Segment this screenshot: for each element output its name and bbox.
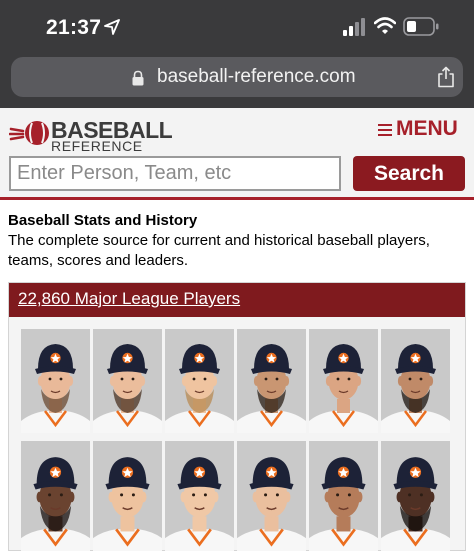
intro-section: Baseball Stats and History The complete … bbox=[8, 211, 470, 271]
player-headshot[interactable] bbox=[381, 441, 450, 551]
player-headshot[interactable] bbox=[237, 329, 306, 433]
players-count-link[interactable]: 22,860 Major League Players bbox=[18, 289, 240, 308]
player-headshot[interactable] bbox=[309, 329, 378, 433]
player-headshot[interactable] bbox=[165, 441, 234, 551]
logo-wordmark-reference: REFERENCE bbox=[51, 138, 143, 154]
player-photo bbox=[21, 441, 90, 551]
search-button[interactable]: Search bbox=[353, 156, 465, 191]
baseball-logo-icon bbox=[9, 121, 49, 145]
player-headshot[interactable] bbox=[309, 441, 378, 551]
lock-icon bbox=[132, 70, 144, 86]
url-text[interactable]: baseball-reference.com bbox=[157, 66, 356, 88]
player-photo bbox=[381, 329, 450, 433]
status-bar: 21:37 bbox=[0, 0, 474, 52]
player-photo bbox=[237, 441, 306, 551]
battery-icon bbox=[403, 17, 439, 36]
player-photo bbox=[309, 329, 378, 433]
location-arrow-icon bbox=[104, 19, 120, 35]
player-headshot[interactable] bbox=[237, 441, 306, 551]
menu-label: MENU bbox=[396, 117, 458, 140]
wifi-icon bbox=[374, 17, 396, 34]
site-logo[interactable]: BASEBALL REFERENCE bbox=[9, 115, 173, 154]
player-photo bbox=[165, 441, 234, 551]
menu-button[interactable]: MENU bbox=[378, 117, 458, 141]
player-photo bbox=[381, 441, 450, 551]
status-time: 21:37 bbox=[46, 16, 102, 39]
player-headshot[interactable] bbox=[21, 441, 90, 551]
player-headshot[interactable] bbox=[381, 329, 450, 433]
headshot-grid bbox=[21, 329, 453, 551]
address-bar[interactable]: baseball-reference.com bbox=[11, 57, 463, 97]
player-photo bbox=[237, 329, 306, 433]
intro-title: Baseball Stats and History bbox=[8, 212, 198, 229]
player-photo bbox=[93, 329, 162, 433]
player-headshot[interactable] bbox=[21, 329, 90, 433]
share-icon[interactable] bbox=[437, 66, 455, 88]
player-photo bbox=[165, 329, 234, 433]
browser-toolbar: baseball-reference.com bbox=[0, 52, 474, 108]
hamburger-icon bbox=[378, 124, 392, 137]
player-headshot[interactable] bbox=[93, 329, 162, 433]
players-module-header: 22,860 Major League Players bbox=[9, 283, 465, 317]
player-photo bbox=[93, 441, 162, 551]
site-header: BASEBALL REFERENCE MENU Search bbox=[0, 108, 474, 200]
player-headshot[interactable] bbox=[165, 329, 234, 433]
intro-text: The complete source for current and hist… bbox=[8, 232, 430, 269]
cellular-signal-icon bbox=[343, 18, 365, 36]
player-headshot[interactable] bbox=[93, 441, 162, 551]
search-input[interactable] bbox=[9, 156, 341, 191]
players-module: 22,860 Major League Players bbox=[8, 282, 466, 551]
player-photo bbox=[21, 329, 90, 433]
player-photo bbox=[309, 441, 378, 551]
